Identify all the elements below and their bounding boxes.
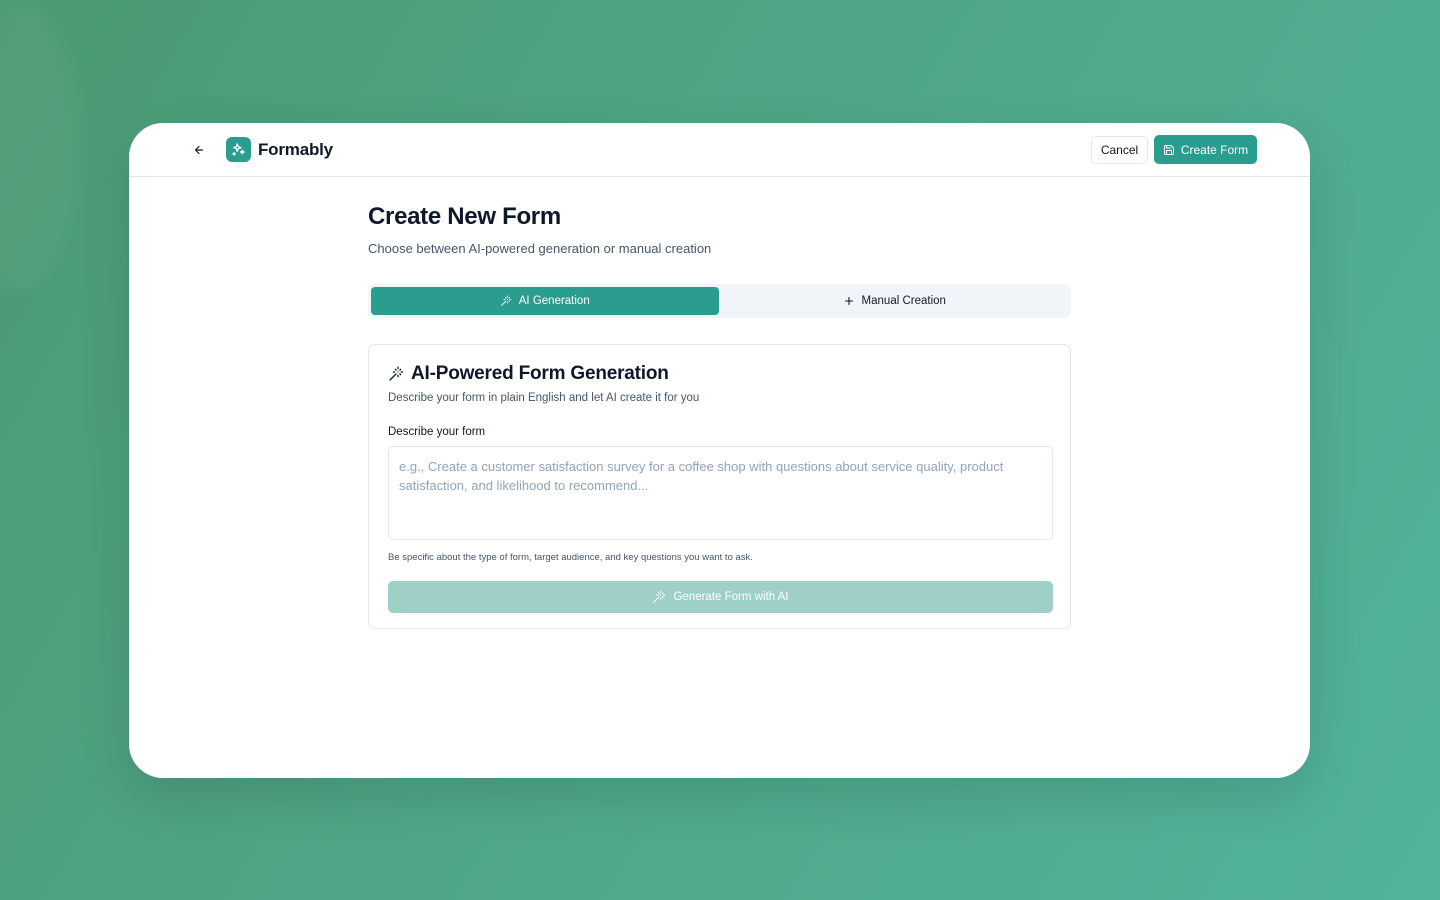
page-subtitle: Choose between AI-powered generation or … [368, 241, 712, 256]
form-description-hint: Be specific about the type of form, targ… [388, 552, 753, 563]
tab-manual-creation-label: Manual Creation [861, 295, 946, 307]
tab-ai-generation-label: AI Generation [518, 295, 590, 307]
top-bar: Formably Cancel Create Form [129, 123, 1310, 177]
generate-form-label: Generate Form with AI [673, 591, 789, 603]
form-description-label: Describe your form [388, 426, 486, 438]
sparkles-logo-icon [226, 137, 251, 162]
create-form-button[interactable]: Create Form [1154, 135, 1257, 164]
card-title: AI-Powered Form Generation [411, 363, 669, 384]
plus-icon [843, 295, 855, 307]
save-icon [1163, 144, 1175, 156]
main-content: Create New Form Choose between AI-powere… [368, 203, 1071, 629]
app-window: Formably Cancel Create Form Create New F… [129, 123, 1310, 778]
brand-name: Formably [258, 139, 333, 159]
brand[interactable]: Formably [226, 137, 333, 162]
wand-icon [652, 590, 666, 604]
back-button[interactable] [189, 140, 209, 160]
wand-icon [388, 366, 404, 382]
background-blob [0, 0, 80, 290]
creation-mode-tabs: AI Generation Manual Creation [368, 284, 1071, 318]
page-title: Create New Form [368, 203, 561, 230]
cancel-button[interactable]: Cancel [1091, 136, 1148, 164]
generate-form-button[interactable]: Generate Form with AI [388, 581, 1053, 613]
wand-icon [500, 295, 512, 307]
form-description-input[interactable] [388, 446, 1053, 540]
tab-manual-creation[interactable]: Manual Creation [721, 287, 1069, 315]
arrow-left-icon [193, 144, 205, 156]
card-description: Describe your form in plain English and … [388, 392, 700, 404]
card-header: AI-Powered Form Generation [388, 363, 1051, 385]
create-form-label: Create Form [1180, 142, 1249, 157]
tab-ai-generation[interactable]: AI Generation [371, 287, 719, 315]
ai-generation-card: AI-Powered Form Generation Describe your… [368, 344, 1071, 629]
